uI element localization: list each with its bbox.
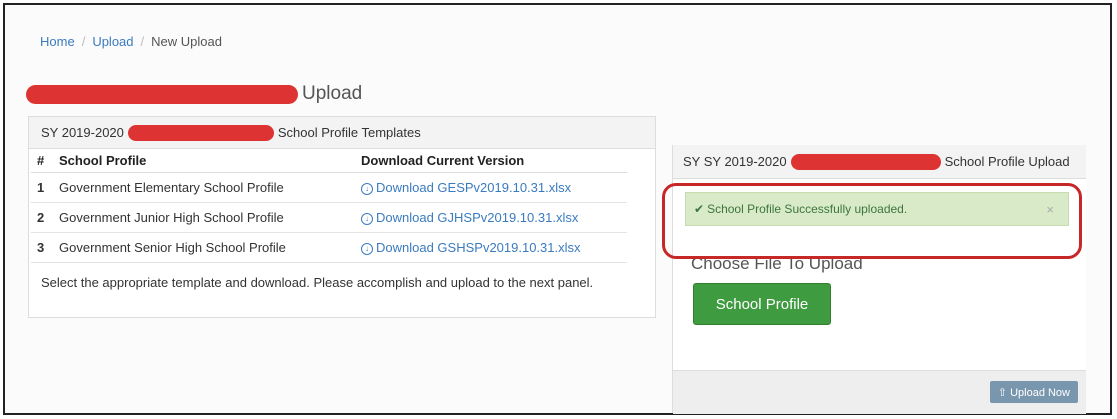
download-link[interactable]: ↓ Download GSHSPv2019.10.31.xlsx <box>361 240 581 255</box>
table-header-row: # School Profile Download Current Versio… <box>31 149 627 173</box>
upload-title-suffix: School Profile Upload <box>944 154 1070 169</box>
redaction-mark <box>26 84 298 104</box>
breadcrumb-separator: / <box>140 34 145 49</box>
upload-panel-header: SY SY 2019-2020 School Profile Upload <box>673 145 1086 179</box>
upload-panel-footer: ⇧ Upload Now <box>673 370 1086 414</box>
templates-title-prefix: SY 2019-2020 <box>41 125 124 140</box>
templates-panel-header: SY 2019-2020 School Profile Templates <box>29 117 655 149</box>
templates-title-suffix: School Profile Templates <box>277 125 421 140</box>
upload-now-button[interactable]: ⇧ Upload Now <box>989 381 1078 403</box>
table-row: 2 Government Junior High School Profile … <box>31 202 627 233</box>
templates-panel: SY 2019-2020 School Profile Templates # … <box>28 116 656 318</box>
download-icon: ↓ <box>361 182 373 195</box>
breadcrumb-separator: / <box>81 34 86 49</box>
templates-instructions: Select the appropriate template and down… <box>41 275 594 290</box>
page-title-text: Upload <box>302 83 363 104</box>
download-link-label: Download GJHSPv2019.10.31.xlsx <box>376 210 579 225</box>
upload-now-label: Upload Now <box>1010 386 1070 399</box>
breadcrumb-home[interactable]: Home <box>40 34 75 49</box>
table-row: 1 Government Elementary School Profile ↓… <box>31 172 627 203</box>
download-icon: ↓ <box>361 212 373 225</box>
column-header-profile: School Profile <box>53 149 355 173</box>
row-profile-name: Government Junior High School Profile <box>53 202 355 233</box>
breadcrumb-current: New Upload <box>151 34 222 49</box>
redaction-mark <box>127 124 274 141</box>
breadcrumb-upload[interactable]: Upload <box>92 34 133 49</box>
breadcrumb: Home / Upload / New Upload <box>40 34 222 49</box>
upload-title-prefix: SY SY 2019-2020 <box>683 154 787 169</box>
row-download-cell: ↓ Download GESPv2019.10.31.xlsx <box>355 172 627 203</box>
redaction-mark <box>790 153 941 170</box>
upload-icon: ⇧ <box>997 386 1011 399</box>
row-number: 1 <box>31 172 53 203</box>
page-title: Upload <box>26 83 362 105</box>
school-profile-file-button[interactable]: School Profile <box>693 283 831 325</box>
row-download-cell: ↓ Download GSHSPv2019.10.31.xlsx <box>355 232 627 263</box>
row-number: 2 <box>31 202 53 233</box>
table-row: 3 Government Senior High School Profile … <box>31 232 627 263</box>
row-download-cell: ↓ Download GJHSPv2019.10.31.xlsx <box>355 202 627 233</box>
row-profile-name: Government Senior High School Profile <box>53 232 355 263</box>
download-link-label: Download GESPv2019.10.31.xlsx <box>376 180 572 195</box>
download-link[interactable]: ↓ Download GJHSPv2019.10.31.xlsx <box>361 210 578 225</box>
download-link[interactable]: ↓ Download GESPv2019.10.31.xlsx <box>361 180 571 195</box>
row-number: 3 <box>31 232 53 263</box>
download-link-label: Download GSHSPv2019.10.31.xlsx <box>376 240 581 255</box>
highlight-annotation <box>662 183 1082 259</box>
download-icon: ↓ <box>361 242 373 255</box>
row-profile-name: Government Elementary School Profile <box>53 172 355 203</box>
templates-table: # School Profile Download Current Versio… <box>31 149 627 263</box>
column-header-download: Download Current Version <box>355 149 627 173</box>
column-header-num: # <box>31 149 53 173</box>
